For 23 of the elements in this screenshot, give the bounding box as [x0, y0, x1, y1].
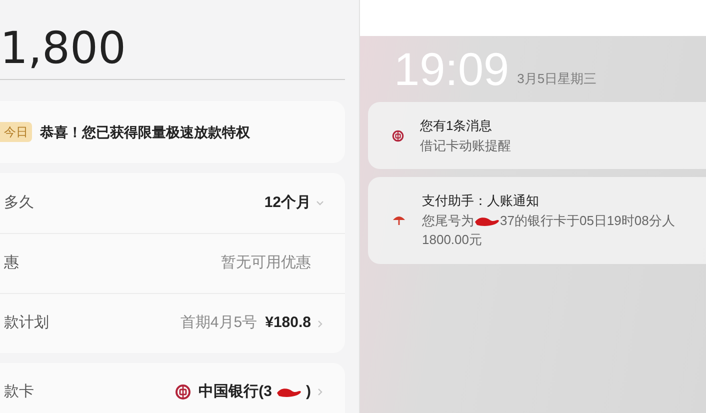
clock-date: 3月5日星期三 — [517, 70, 597, 88]
notification-card[interactable]: 您有1条消息 借记卡动账提醒 — [368, 102, 706, 169]
notification-text: 您尾号为 37的银行卡于05日19时08分人 — [422, 212, 675, 230]
option-value[interactable]: 12个月 — [264, 192, 325, 214]
notification-text: 借记卡动账提醒 — [420, 136, 511, 154]
option-value[interactable]: 首期4月5号 ¥180.8 — [180, 312, 325, 335]
bank-logo-icon — [174, 384, 191, 400]
bank-card-selector[interactable]: 中国银行(3 ) — [174, 381, 325, 404]
chevron-right-icon — [315, 318, 325, 328]
notification-title: 支付助手：人账通知 — [422, 192, 540, 210]
bank-logo-icon — [392, 130, 404, 142]
loan-amount: 1,800 — [0, 27, 126, 71]
notification-card[interactable]: 支付助手：人账通知 您尾号为 37的银行卡于05日19时08分人 1800.00元 — [368, 177, 706, 264]
promo-message: 恭喜！您已获得限量极速放款特权 — [40, 122, 250, 142]
option-label: 款卡 — [4, 382, 34, 402]
notification-text: 1800.00元 — [422, 231, 483, 249]
chevron-right-icon — [315, 387, 325, 398]
chevron-down-icon — [315, 198, 325, 208]
notification-title: 您有1条消息 — [420, 117, 494, 135]
option-label: 款计划 — [4, 313, 49, 334]
option-label: 多久 — [4, 192, 34, 213]
option-label: 惠 — [4, 253, 19, 274]
promo-badge: 今日 — [0, 122, 32, 142]
